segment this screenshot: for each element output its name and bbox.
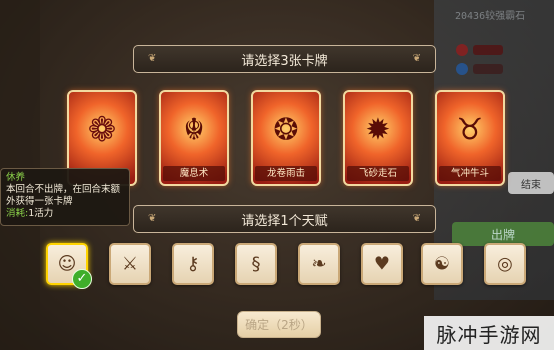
select-cards-banner: ❦ 请选择3张卡牌 ❦ [133,45,436,73]
key-icon: ⚷ [186,253,200,275]
claw-icon: ⚔ [121,253,139,275]
check-icon: ✓ [72,269,92,289]
tooltip-body: 本回合不出牌，在回合末额外获得一张卡牌 [6,184,121,207]
card-name: 气冲牛斗 [439,166,501,181]
flame-mascot-icon: ❁ [87,110,117,150]
talent-leaf[interactable]: ❧ [298,243,340,285]
card-name: 飞砂走石 [347,166,409,181]
play-cards-label: 出牌 [490,227,515,242]
select-talent-banner: ❦ 请选择1个天赋 ❦ [133,205,436,233]
talent-tooltip: 休养 本回合不出牌，在回合末额外获得一张卡牌 消耗:1活力 [0,168,130,226]
tornado-icon: ❂ [273,112,299,148]
broken-heart-icon: ♥ [373,253,391,275]
select-cards-title: 请选择3张卡牌 [241,53,328,69]
tooltip-cost-value: 1活力 [28,208,54,219]
card-4[interactable]: ✹ 飞砂走石 [343,90,413,186]
talent-claw[interactable]: ⚔ [109,243,151,285]
talent-target[interactable]: ◎ [484,243,526,285]
tooltip-cost: 消耗:1活力 [6,208,124,220]
select-talent-title: 请选择1个天赋 [241,213,328,229]
bull-charge-icon: ♉ [456,112,484,148]
talent-rest[interactable]: ☺ ✓ [46,243,92,289]
site-watermark: 脉冲手游网 [424,316,554,350]
right-ornament-icon: ❦ [412,53,421,64]
dragon-icon: ☯ [433,253,451,275]
talent-dragon[interactable]: ☯ [421,243,463,285]
left-ornament-icon: ❦ [148,213,157,224]
card-name: 魔息术 [163,166,225,181]
card-3[interactable]: ❂ 龙卷雨击 [251,90,321,186]
tooltip-title: 休养 [6,172,26,183]
talent-key[interactable]: ⚷ [172,243,214,285]
tooltip-cost-label: 消耗: [6,208,29,219]
confirm-label: 确定（2秒） [245,318,313,332]
end-turn-toggle[interactable]: 结束 [508,172,554,194]
card-name: 龙卷雨击 [255,166,317,181]
card-2[interactable]: ☬ 魔息术 [159,90,229,186]
confirm-button[interactable]: 确定（2秒） [237,311,321,338]
scroll-icon: § [251,253,261,275]
leaf-icon: ❧ [311,253,327,275]
watermark-text: 脉冲手游网 [436,322,542,347]
talent-scroll[interactable]: § [235,243,277,285]
left-ornament-icon: ❦ [148,53,157,64]
demon-breath-icon: ☬ [183,112,205,148]
talent-broken-heart[interactable]: ♥ [361,243,403,285]
right-ornament-icon: ❦ [412,213,421,224]
card-5[interactable]: ♉ 气冲牛斗 [435,90,505,186]
target-icon: ◎ [497,253,513,275]
end-turn-label: 结束 [521,179,541,191]
flying-sand-icon: ✹ [365,112,391,148]
